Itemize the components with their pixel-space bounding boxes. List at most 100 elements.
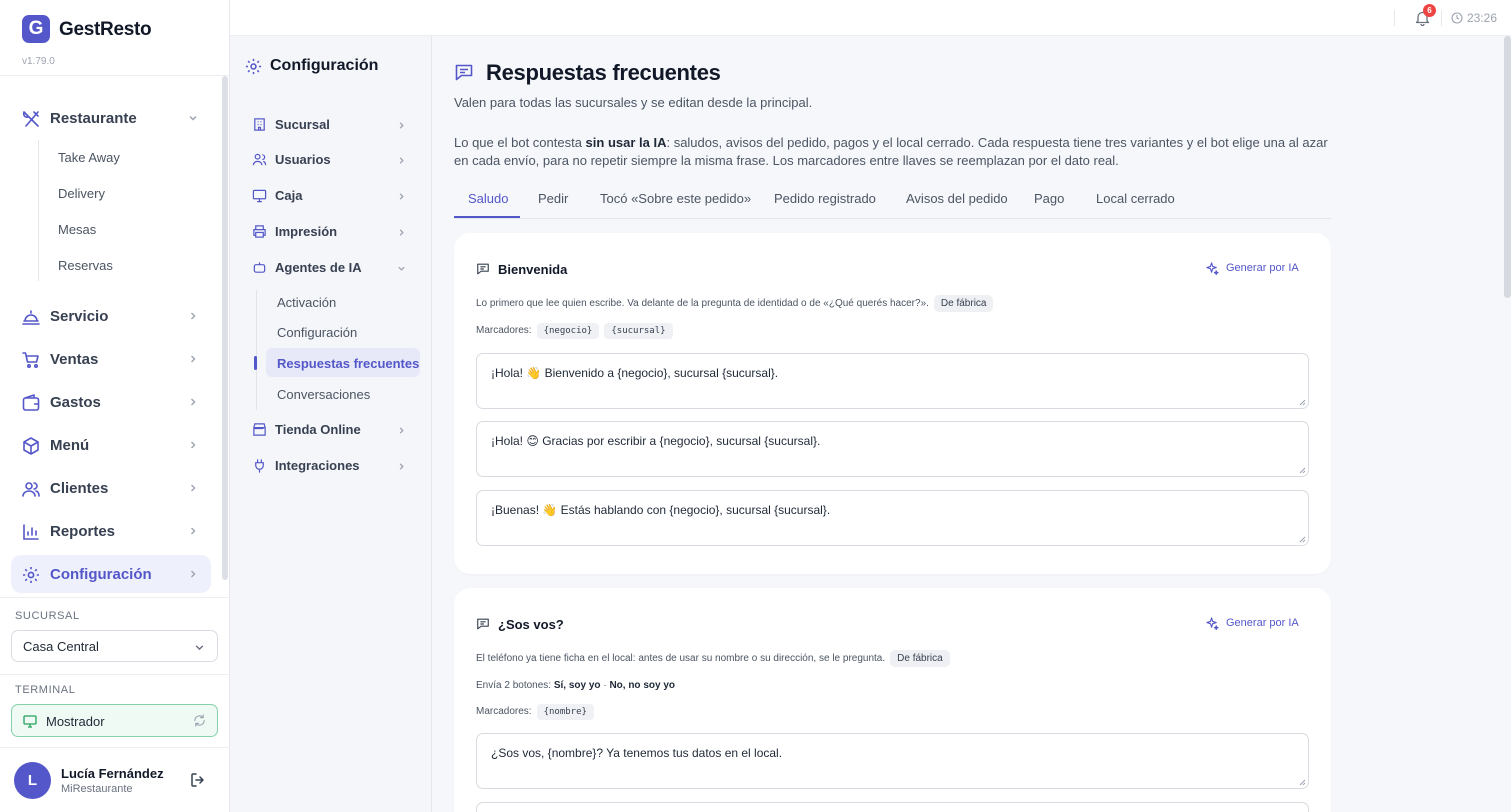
config-item-caja[interactable]: Caja <box>252 184 410 208</box>
divider <box>0 747 229 748</box>
sucursal-value: Casa Central <box>23 639 99 654</box>
config-item-label: Caja <box>275 188 303 203</box>
resize-handle-icon[interactable] <box>1299 536 1306 543</box>
card-title: ¿Sos vos? <box>498 617 564 632</box>
users-icon <box>252 152 267 167</box>
sidebar-item-label: Reportes <box>50 522 116 540</box>
config-panel: Configuración Sucursal Usuarios Caja Imp… <box>230 36 432 812</box>
config-subitem-conversaciones[interactable]: Conversaciones <box>277 387 370 402</box>
sidebar-item-configuracion[interactable]: Configuración <box>11 555 211 593</box>
page-description: Lo que el bot contesta sin usar la IA: s… <box>454 135 1328 168</box>
divider <box>0 75 229 76</box>
sidebar-subitem-reservas[interactable]: Reservas <box>58 258 113 273</box>
user-name: Lucía Fernández <box>61 766 164 781</box>
avatar[interactable]: L <box>14 762 51 799</box>
main-scrollbar[interactable] <box>1504 36 1511 298</box>
response-card: Bienvenida Generar por IA Lo primero que… <box>454 233 1331 574</box>
config-item-integraciones[interactable]: Integraciones <box>252 454 410 478</box>
sidebar-item-label: Gastos <box>50 393 101 411</box>
plug-icon <box>252 458 267 473</box>
sidebar-item-gastos[interactable]: Gastos <box>11 383 211 421</box>
config-item-tienda-online[interactable]: Tienda Online <box>252 418 410 442</box>
config-subitem-activacion[interactable]: Activación <box>277 295 336 310</box>
sidebar-item-reportes[interactable]: Reportes <box>11 512 211 550</box>
active-tab-indicator <box>454 216 520 218</box>
gear-icon <box>21 565 41 585</box>
chevron-right-icon <box>188 311 198 321</box>
sidebar-item-ventas[interactable]: Ventas <box>11 340 211 378</box>
divider <box>1441 10 1442 26</box>
config-item-agentes-ia[interactable]: Agentes de IA <box>252 256 410 280</box>
sidebar-item-clientes[interactable]: Clientes <box>11 469 211 507</box>
submenu-line <box>38 140 39 281</box>
sidebar-scrollbar[interactable] <box>222 76 228 580</box>
card-title: Bienvenida <box>498 262 568 277</box>
resize-handle-icon[interactable] <box>1299 779 1306 786</box>
user-organization: MiRestaurante <box>61 783 133 795</box>
marker-chip: {nombre} <box>536 704 594 720</box>
marker-chip: {sucursal} <box>604 323 673 339</box>
sucursal-label: SUCURSAL <box>15 610 80 622</box>
factory-badge: De fábrica <box>890 650 950 667</box>
sparkles-icon <box>1206 262 1219 275</box>
config-item-label: Tienda Online <box>275 422 361 437</box>
factory-badge: De fábrica <box>933 295 994 312</box>
config-subitem-configuracion[interactable]: Configuración <box>277 325 357 340</box>
chevron-down-icon <box>194 642 205 653</box>
sidebar-item-restaurante[interactable]: Restaurante <box>11 99 211 137</box>
config-item-label: Integraciones <box>275 458 360 473</box>
tab-saludo[interactable]: Saludo <box>468 191 508 206</box>
marker-chip: {negocio} <box>536 323 600 339</box>
config-subitem-respuestas-frecuentes[interactable]: Respuestas frecuentes <box>277 356 419 371</box>
app-name: GestResto <box>59 19 152 40</box>
response-variant-textarea[interactable]: ¿Sos vos, {nombre}? Ya tenemos tus datos… <box>476 733 1309 789</box>
config-item-label: Usuarios <box>275 152 331 167</box>
wallet-icon <box>21 393 41 413</box>
page-title: Respuestas frecuentes <box>486 60 721 85</box>
tab-sobre-este-pedido[interactable]: Tocó «Sobre este pedido» <box>600 191 751 206</box>
config-panel-title: Configuración <box>270 57 379 74</box>
response-variant-textarea[interactable] <box>476 802 1309 812</box>
chevron-right-icon <box>397 156 406 165</box>
divider <box>0 597 229 598</box>
response-variant-textarea[interactable]: ¡Buenas! 👋 Estás hablando con {negocio},… <box>476 490 1309 546</box>
submenu-line <box>256 290 257 410</box>
sidebar-item-label: Configuración <box>50 565 152 583</box>
sidebar-item-servicio[interactable]: Servicio <box>11 297 211 335</box>
current-time: 23:26 <box>1467 11 1498 25</box>
app-logo[interactable]: G <box>22 15 50 43</box>
tab-pedir[interactable]: Pedir <box>538 191 568 206</box>
logout-icon[interactable] <box>189 771 207 789</box>
sidebar-subitem-mesas[interactable]: Mesas <box>58 222 96 237</box>
response-card: ¿Sos vos? Generar por IA El teléfono ya … <box>454 588 1331 812</box>
config-item-usuarios[interactable]: Usuarios <box>252 148 410 172</box>
resize-handle-icon[interactable] <box>1299 467 1306 474</box>
chevron-right-icon <box>188 526 198 536</box>
terminal-selector[interactable]: Mostrador <box>11 704 218 737</box>
tab-pedido-registrado[interactable]: Pedido registrado <box>774 191 876 206</box>
chevron-right-icon <box>397 121 406 130</box>
sucursal-select[interactable]: Casa Central <box>11 630 218 662</box>
response-variant-textarea[interactable]: ¡Hola! 👋 Bienvenido a {negocio}, sucursa… <box>476 353 1309 409</box>
card-description: El teléfono ya tiene ficha en el local: … <box>476 650 950 667</box>
config-item-sucursal[interactable]: Sucursal <box>252 113 410 137</box>
chevron-right-icon <box>397 426 406 435</box>
sidebar-item-menu[interactable]: Menú <box>11 426 211 464</box>
chevron-right-icon <box>397 462 406 471</box>
tab-local-cerrado[interactable]: Local cerrado <box>1096 191 1175 206</box>
chevron-down-icon <box>397 264 406 273</box>
refresh-icon[interactable] <box>193 714 206 727</box>
chevron-right-icon <box>188 569 198 579</box>
chevron-right-icon <box>188 397 198 407</box>
sidebar-item-label: Clientes <box>50 479 109 497</box>
buttons-info: Envía 2 botones: Sí, soy yo · No, no soy… <box>476 680 675 691</box>
response-variant-textarea[interactable]: ¡Hola! 😊 Gracias por escribir a {negocio… <box>476 421 1309 477</box>
tab-avisos-del-pedido[interactable]: Avisos del pedido <box>906 191 1008 206</box>
building-icon <box>252 117 267 132</box>
sidebar-subitem-delivery[interactable]: Delivery <box>58 186 105 201</box>
resize-handle-icon[interactable] <box>1299 399 1306 406</box>
tab-pago[interactable]: Pago <box>1034 191 1064 206</box>
config-item-impresion[interactable]: Impresión <box>252 220 410 244</box>
sidebar-subitem-take-away[interactable]: Take Away <box>58 150 120 165</box>
divider <box>1394 10 1395 26</box>
